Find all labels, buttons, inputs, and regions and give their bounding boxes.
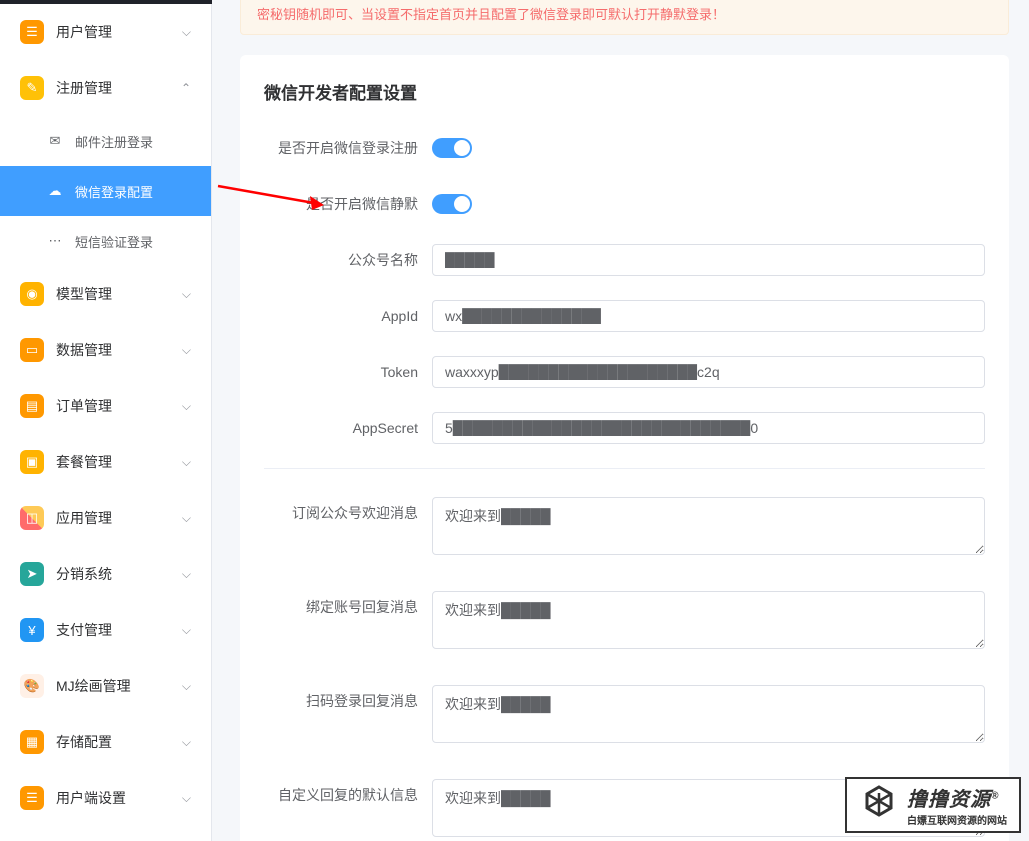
label-enable-silent: 是否开启微信静默 — [264, 188, 432, 220]
wechat-icon: ☁ — [45, 183, 65, 199]
register-icon: ✎ — [20, 76, 44, 100]
row-token: Token — [264, 356, 985, 388]
chevron-up-icon: ⌃ — [181, 81, 191, 95]
input-appsecret[interactable] — [432, 412, 985, 444]
row-appid: AppId — [264, 300, 985, 332]
menu-label: 分销系统 — [56, 564, 182, 584]
row-appsecret: AppSecret — [264, 412, 985, 444]
menu-distribution[interactable]: ➤ 分销系统 ⌵ — [0, 546, 211, 602]
model-icon: ◉ — [20, 282, 44, 306]
menu-storage[interactable]: ▦ 存储配置 ⌵ — [0, 714, 211, 770]
sidebar: ☰ 用户管理 ⌵ ✎ 注册管理 ⌃ ✉ 邮件注册登录 ☁ 微信登录配置 ⋯ 短信… — [0, 0, 212, 841]
menu-label: 套餐管理 — [56, 452, 182, 472]
watermark-sub: 白嫖互联网资源的网站 — [907, 812, 1007, 827]
row-enable-silent: 是否开启微信静默 — [264, 188, 985, 220]
user-icon: ☰ — [20, 20, 44, 44]
sms-icon: ⋯ — [45, 233, 65, 249]
alert-box: 密秘钥随机即可、当设置不指定首页并且配置了微信登录即可默认打开静默登录！ — [240, 0, 1009, 35]
menu-app-management[interactable]: ◫ 应用管理 ⌵ — [0, 490, 211, 546]
row-account-name: 公众号名称 — [264, 244, 985, 276]
plan-icon: ▣ — [20, 450, 44, 474]
switch-enable-silent[interactable] — [432, 194, 472, 214]
row-enable-login: 是否开启微信登录注册 — [264, 132, 985, 164]
menu-label: 支付管理 — [56, 620, 182, 640]
payment-icon: ¥ — [20, 618, 44, 642]
menu-label: 数据管理 — [56, 340, 182, 360]
submenu-label: 微信登录配置 — [75, 182, 153, 201]
label-bind-reply: 绑定账号回复消息 — [264, 591, 432, 623]
app-icon: ◫ — [20, 506, 44, 530]
card-title: 微信开发者配置设置 — [264, 79, 985, 104]
main-content: 密秘钥随机即可、当设置不指定首页并且配置了微信登录即可默认打开静默登录！ 微信开… — [212, 0, 1029, 841]
menu-label: 用户管理 — [56, 22, 182, 42]
chevron-down-icon: ⌵ — [182, 511, 191, 526]
label-appid: AppId — [264, 300, 432, 332]
submenu-wechat-login[interactable]: ☁ 微信登录配置 — [0, 166, 211, 216]
textarea-bind-reply[interactable] — [432, 591, 985, 649]
chevron-down-icon: ⌵ — [182, 25, 191, 40]
input-appid[interactable] — [432, 300, 985, 332]
row-subscribe-msg: 订阅公众号欢迎消息 — [264, 497, 985, 567]
paint-icon: 🎨 — [20, 674, 44, 698]
client-icon: ☰ — [20, 786, 44, 810]
storage-icon: ▦ — [20, 730, 44, 754]
menu-label: 订单管理 — [56, 396, 182, 416]
menu-client-settings[interactable]: ☰ 用户端设置 ⌵ — [0, 770, 211, 826]
chevron-down-icon: ⌵ — [182, 455, 191, 470]
submenu-email-login[interactable]: ✉ 邮件注册登录 — [0, 116, 211, 166]
menu-label: 用户端设置 — [56, 788, 182, 808]
textarea-scan-reply[interactable] — [432, 685, 985, 743]
submenu-label: 邮件注册登录 — [75, 132, 153, 151]
menu-order-management[interactable]: ▤ 订单管理 ⌵ — [0, 378, 211, 434]
watermark-logo-icon — [859, 785, 899, 825]
chevron-down-icon: ⌵ — [182, 735, 191, 750]
settings-card: 微信开发者配置设置 是否开启微信登录注册 是否开启微信静默 公众号名称 AppI… — [240, 55, 1009, 841]
menu-label: 存储配置 — [56, 732, 182, 752]
row-bind-reply: 绑定账号回复消息 — [264, 591, 985, 661]
label-account-name: 公众号名称 — [264, 244, 432, 276]
chevron-down-icon: ⌵ — [182, 399, 191, 414]
menu-label: MJ绘画管理 — [56, 676, 182, 696]
menu-model-management[interactable]: ◉ 模型管理 ⌵ — [0, 266, 211, 322]
chevron-down-icon: ⌵ — [182, 679, 191, 694]
submenu-label: 短信验证登录 — [75, 232, 153, 251]
label-appsecret: AppSecret — [264, 412, 432, 444]
menu-user-management[interactable]: ☰ 用户管理 ⌵ — [0, 4, 211, 60]
menu-label: 注册管理 — [56, 78, 181, 98]
menu-register-management[interactable]: ✎ 注册管理 ⌃ — [0, 60, 211, 116]
menu-label: 应用管理 — [56, 508, 182, 528]
distribution-icon: ➤ — [20, 562, 44, 586]
row-scan-reply: 扫码登录回复消息 — [264, 685, 985, 755]
menu-payment[interactable]: ¥ 支付管理 ⌵ — [0, 602, 211, 658]
watermark-main: 撸撸资源 — [907, 789, 991, 811]
chevron-down-icon: ⌵ — [182, 343, 191, 358]
label-custom-reply: 自定义回复的默认信息 — [264, 779, 432, 811]
input-account-name[interactable] — [432, 244, 985, 276]
submenu-sms-login[interactable]: ⋯ 短信验证登录 — [0, 216, 211, 266]
label-subscribe-msg: 订阅公众号欢迎消息 — [264, 497, 432, 529]
menu-mj-paint[interactable]: 🎨 MJ绘画管理 ⌵ — [0, 658, 211, 714]
label-enable-login: 是否开启微信登录注册 — [264, 132, 432, 164]
switch-enable-login[interactable] — [432, 138, 472, 158]
label-scan-reply: 扫码登录回复消息 — [264, 685, 432, 717]
menu-plan-management[interactable]: ▣ 套餐管理 ⌵ — [0, 434, 211, 490]
textarea-subscribe[interactable] — [432, 497, 985, 555]
menu-data-management[interactable]: ▭ 数据管理 ⌵ — [0, 322, 211, 378]
chevron-down-icon: ⌵ — [182, 623, 191, 638]
label-token: Token — [264, 356, 432, 388]
form-divider — [264, 468, 985, 469]
order-icon: ▤ — [20, 394, 44, 418]
data-icon: ▭ — [20, 338, 44, 362]
input-token[interactable] — [432, 356, 985, 388]
menu-label: 模型管理 — [56, 284, 182, 304]
chevron-down-icon: ⌵ — [182, 287, 191, 302]
alert-text: 密秘钥随机即可、当设置不指定首页并且配置了微信登录即可默认打开静默登录！ — [257, 5, 992, 26]
mail-icon: ✉ — [45, 133, 65, 149]
chevron-down-icon: ⌵ — [182, 791, 191, 806]
chevron-down-icon: ⌵ — [182, 567, 191, 582]
watermark: 撸撸资源® 白嫖互联网资源的网站 — [845, 777, 1021, 833]
